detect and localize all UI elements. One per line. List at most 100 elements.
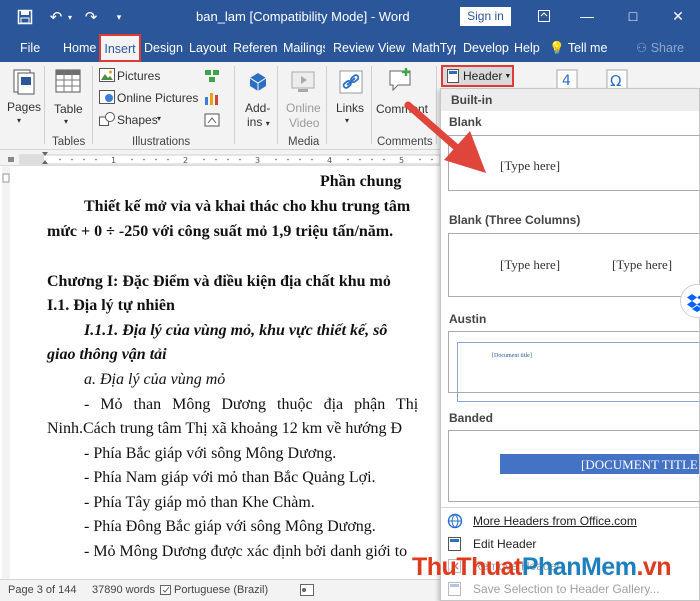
placeholder-text: [Type here] [500,158,561,173]
gallery-item-name: Blank [449,115,482,129]
share-button[interactable]: ⚇ Share [636,34,684,62]
doc-line: I.1. Địa lý tự nhiên [47,297,175,314]
add-ins-label-line2: ins ▾ [247,115,270,129]
office-web-icon [447,513,463,529]
macro-recording-icon[interactable] [300,584,314,599]
add-ins-label-line1: Add- [245,101,271,115]
online-video-label-line1: Online [286,101,321,115]
placeholder-text: [Type here] [612,257,673,272]
separator [326,66,327,144]
doc-line: I.1.1. Địa lý của vùng mỏ, khu vực thiết… [84,322,388,339]
undo-dropdown-icon[interactable]: ▾ [65,6,75,28]
austin-frame [457,342,699,402]
separator [44,66,45,144]
doc-line: Phần chung [320,173,402,190]
tell-me-search[interactable]: 💡 Tell me [549,34,607,62]
pictures-label: Pictures [117,69,161,83]
document-page[interactable]: Phần chung Thiết kế mở vỉa và khai thác … [0,166,440,579]
doc-line: - Phía Bắc giáp với sông Mông Dương. [84,445,337,462]
save-selection-label: Save Selection to Header Gallery... [473,582,660,596]
link-icon [339,70,363,94]
separator [92,66,93,144]
close-button[interactable]: ✕ [665,5,691,27]
redo-icon[interactable]: ↷ [80,6,102,28]
header-icon [447,69,459,83]
shapes-icon [99,112,115,126]
title-bar: ↶ ▾ ↷ ▾ ban_lam [Compatibility Mode] - W… [0,0,700,34]
minimize-button[interactable]: — [574,5,600,27]
language[interactable]: Portuguese (Brazil) [174,584,268,596]
group-media-label: Media [288,136,320,148]
shapes-dropdown-icon: ▾ [157,114,162,123]
group-comments-label: Comments [377,136,433,148]
tab-review[interactable]: Review [333,34,374,62]
edit-header-icon [448,537,461,551]
save-icon[interactable] [14,6,36,28]
tab-home[interactable]: Home [63,34,96,62]
header-option-banded[interactable]: [DOCUMENT TITLE [448,430,699,502]
word-count[interactable]: 37890 words [92,584,155,596]
horizontal-ruler[interactable]: 1 2 3 4 5 [0,150,441,166]
online-pictures-icon [99,90,115,104]
undo-icon[interactable]: ↶ [46,6,66,28]
pictures-icon [99,68,115,82]
add-ins-icon [249,73,267,91]
doc-line: mức + 0 ÷ -250 với công suất mỏ 1,9 triệ… [47,223,394,240]
ruler-ticks: 1 2 3 4 5 [8,152,441,165]
doc-line: giao thông vận tải [47,346,167,363]
links-dropdown-icon: ▾ [345,116,350,125]
placeholder-text: [DOCUMENT TITLE [581,457,698,472]
doc-line: - Phía Nam giáp với mỏ than Bắc Quảng Lợ… [84,469,376,486]
header-option-austin[interactable]: [Document title] [448,331,699,402]
tab-help[interactable]: Help [514,34,540,62]
table-icon [55,69,81,93]
window-title: ban_lam [Compatibility Mode] - Word [196,9,410,24]
header-option-blank[interactable]: [Type here] [448,135,699,191]
tab-developer[interactable]: Develop [463,34,509,62]
gallery-item-name: Banded [449,411,494,425]
comment-icon [389,68,411,92]
group-tables-label: Tables [52,136,86,148]
more-headers-label: More Headers from Office.com [473,514,637,528]
ribbon-display-options-icon[interactable] [531,5,557,27]
restore-button[interactable]: □ [620,5,646,27]
gallery-item-name: Blank (Three Columns) [449,213,581,227]
header-option-blank-three-columns[interactable]: [Type here] [Type here] [448,233,699,297]
pages-icon [13,69,35,95]
customize-toolbar-icon[interactable]: ▾ [108,6,130,28]
svg-text:2: 2 [183,156,188,165]
tab-references[interactable]: Referenc [233,34,277,62]
svg-text:1: 1 [111,156,116,165]
edit-header-menu-item[interactable]: Edit Header [441,533,699,555]
tab-file[interactable]: File [20,34,40,62]
pages-label: Pages [7,100,42,114]
tab-layout[interactable]: Layout [189,34,227,62]
share-icon: ⚇ [636,41,648,55]
online-pictures-label: Online Pictures [117,91,199,105]
separator [371,66,372,144]
tab-design[interactable]: Design [144,34,183,62]
tab-mailings[interactable]: Mailings [283,34,325,62]
svg-text:5: 5 [399,156,404,165]
more-headers-menu-item[interactable]: More Headers from Office.com [441,510,699,532]
vertical-ruler [2,166,10,579]
doc-line: - Mỏ Mông Dương được xác định bởi danh g… [84,543,408,560]
tab-view[interactable]: View [378,34,405,62]
header-button[interactable]: Header ▼ [441,65,514,87]
proofing-icon[interactable] [160,584,172,599]
placeholder-text: [Document title] [492,353,532,359]
separator [277,66,278,144]
tab-mathtype[interactable]: MathTyp [412,34,456,62]
group-illustrations-label: Illustrations [132,136,191,148]
doc-line: Ninh.Cách trung tâm Thị xã khoảng 12 km … [47,420,403,437]
doc-line: - Phía Tây giáp mỏ than Khe Chàm. [84,494,315,511]
doc-line: - Mỏ than Mông Dương thuộc địa phận Thị [84,396,419,413]
status-bar: Page 3 of 144 37890 words Portuguese (Br… [0,579,440,601]
online-video-icon [291,71,315,92]
sign-in-button[interactable]: Sign in [460,7,511,26]
svg-text:3: 3 [255,156,260,165]
page-count[interactable]: Page 3 of 144 [8,584,77,596]
separator [234,66,235,144]
doc-line: Thiết kế mở vỉa và khai thác cho khu tru… [84,198,411,215]
site-watermark: ThuThuatPhanMem.vn [412,553,672,581]
